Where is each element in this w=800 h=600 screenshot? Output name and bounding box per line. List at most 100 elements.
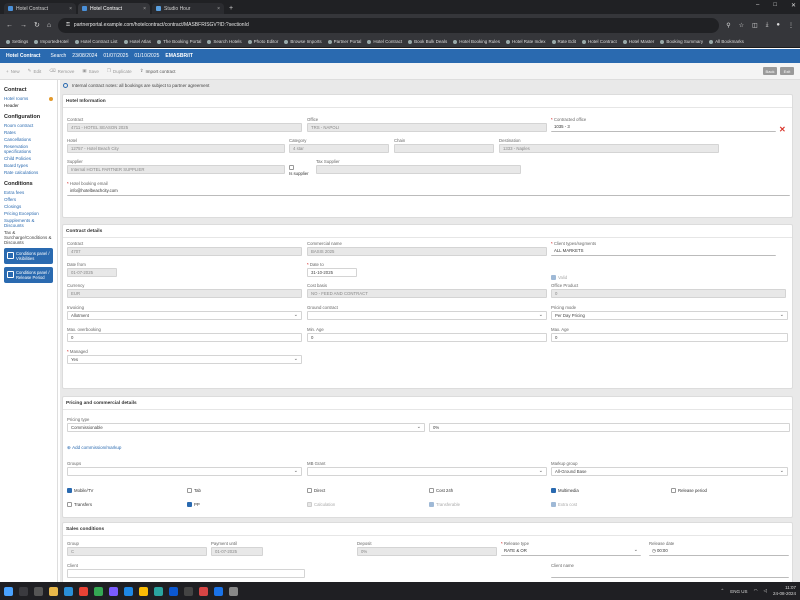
app-icon[interactable]	[229, 586, 238, 596]
bookmark[interactable]: Rate Edit	[551, 39, 576, 44]
release-type-select[interactable]: RATE & OR	[501, 547, 641, 556]
bookmark[interactable]: Hotel Booking Rules	[453, 39, 500, 44]
volume-icon[interactable]: ◁	[764, 588, 767, 594]
breadcrumb-item[interactable]: EMASBR/IT	[165, 53, 193, 59]
check-transfers[interactable]: Transfers	[67, 502, 92, 508]
check-release-period[interactable]: Release period	[671, 488, 707, 494]
clock[interactable]: 11:07 24-08-2024	[773, 585, 796, 597]
app-icon[interactable]	[214, 586, 223, 596]
bookmark[interactable]: Hotel Atlas	[123, 39, 151, 44]
breadcrumb-item[interactable]: 01/07/2025	[103, 53, 128, 59]
min-age-input[interactable]: 0	[307, 333, 547, 342]
bookmark[interactable]: Booking Summary	[660, 39, 703, 44]
back-icon[interactable]: ←	[6, 22, 13, 29]
remove-office-icon[interactable]: ✕	[779, 125, 786, 134]
close-icon[interactable]: ×	[143, 6, 146, 12]
bookmark[interactable]: Search Hotels	[207, 39, 242, 44]
remove-button[interactable]: ⌫ Remove	[49, 68, 74, 74]
exit-button[interactable]: Exit	[780, 67, 794, 75]
sidebar-item[interactable]: Extra fees	[4, 190, 53, 195]
sidebar-item[interactable]: Pricing Exception	[4, 211, 53, 216]
breadcrumb-item[interactable]: 01/10/2025	[134, 53, 159, 59]
is-supplier-checkbox[interactable]: Is supplier	[289, 165, 313, 177]
sidebar-item[interactable]: Hotel rooms	[4, 96, 53, 101]
check-mobile[interactable]: Mobile/TV	[67, 488, 93, 494]
sidebar-item[interactable]: Reservation specifications	[4, 144, 53, 154]
app-icon[interactable]	[154, 586, 163, 596]
pricing-mode-select[interactable]: Per Day Pricing	[551, 311, 788, 320]
sidebar-item[interactable]: Board types	[4, 163, 53, 168]
conditions-release-button[interactable]: Conditions panel / Release Period	[4, 267, 53, 283]
conditions-visibilities-button[interactable]: Conditions panel / Visibilities	[4, 248, 53, 264]
profile-icon[interactable]: ●	[776, 22, 780, 29]
markup-group-select[interactable]: All-Ground Base	[551, 467, 788, 476]
client-name-input[interactable]	[551, 569, 789, 578]
sidebar-item[interactable]: Child Policies	[4, 156, 53, 161]
check-multimedia[interactable]: Multimedia	[551, 488, 579, 494]
date-to-input[interactable]: 31-10-2025	[307, 268, 357, 277]
max-age-input[interactable]: 0	[551, 333, 788, 342]
reload-icon[interactable]: ↻	[34, 21, 40, 29]
bookmark[interactable]: Hotel Contract List	[74, 39, 118, 44]
valid-checkbox[interactable]: Valid	[551, 275, 591, 281]
app-icon[interactable]	[184, 586, 193, 596]
pricing-type-select[interactable]: Commissionable	[67, 423, 425, 432]
breadcrumb-item[interactable]: 23/08/2024	[72, 53, 97, 59]
client-types-input[interactable]: ALL MARKETS	[551, 247, 776, 256]
app-icon[interactable]	[169, 586, 178, 596]
extensions-icon[interactable]: ◫	[752, 22, 758, 29]
invoicing-select[interactable]: Allotment	[67, 311, 302, 320]
close-icon[interactable]: ×	[69, 6, 72, 12]
download-icon[interactable]: ⤓	[766, 22, 769, 29]
check-tab[interactable]: Tab	[187, 488, 201, 494]
managed-select[interactable]: Yes	[67, 355, 302, 364]
browser-tab-active[interactable]: Hotel Contract ×	[78, 3, 150, 14]
import-button[interactable]: ⇪ Import contract	[140, 68, 176, 74]
sidebar-item[interactable]: Rate calculations	[4, 170, 53, 175]
bookmark[interactable]: Hotel Contract	[367, 39, 402, 44]
new-button[interactable]: + New	[6, 69, 20, 74]
sidebar-item[interactable]: Closings	[4, 204, 53, 209]
tray-chevron-icon[interactable]: ⌃	[720, 588, 724, 594]
chrome-icon[interactable]	[79, 586, 88, 596]
windows-start-icon[interactable]	[4, 586, 13, 596]
bookmark[interactable]: Hotel Rate Index	[505, 39, 546, 44]
duplicate-button[interactable]: ❐ Duplicate	[107, 68, 132, 74]
wifi-icon[interactable]: ◠	[754, 588, 758, 594]
app-icon[interactable]	[139, 586, 148, 596]
max-overbooking-input[interactable]: 0	[67, 333, 302, 342]
browser-tab[interactable]: Hotel Contract ×	[4, 3, 76, 14]
check-pp[interactable]: PP	[187, 502, 200, 508]
client-input[interactable]	[67, 569, 305, 578]
file-explorer-icon[interactable]	[49, 586, 58, 596]
bookmark[interactable]: Hotel Contract	[582, 39, 617, 44]
task-view-icon[interactable]	[34, 586, 43, 596]
forward-icon[interactable]: →	[20, 22, 27, 29]
pricing-extra-input[interactable]: 0%	[429, 423, 790, 432]
url-input[interactable]: ⚿ partnerportal.example.com/hotelcontract…	[58, 17, 720, 33]
edit-button[interactable]: ✎ Edit	[28, 68, 42, 74]
booking-email-input[interactable]: info@hotelbeachcity.com	[67, 187, 790, 196]
app-icon[interactable]	[199, 586, 208, 596]
bookmark[interactable]: ImportedHotel	[34, 39, 69, 44]
add-commission-link[interactable]: ⊕ Add commission/markup	[67, 445, 121, 451]
bookmark[interactable]: Settings	[6, 39, 28, 44]
bookmark[interactable]: Partner Portal	[327, 39, 361, 44]
bookmark[interactable]: Book Bulk Deals	[408, 39, 447, 44]
save-button[interactable]: ▣ Save	[82, 68, 99, 74]
app-icon[interactable]	[94, 586, 103, 596]
bookmark[interactable]: Photo Editor	[247, 39, 278, 44]
browser-tab[interactable]: Studio Hour ×	[152, 3, 224, 14]
bookmark[interactable]: All Bookmarks	[709, 39, 744, 44]
language-indicator[interactable]: ENG US	[730, 589, 747, 594]
sidebar-item[interactable]: Supplements & Discounts	[4, 218, 53, 228]
bookmark[interactable]: Browse Imports	[284, 39, 322, 44]
contracted-office-input[interactable]: 1035 - 3	[551, 123, 776, 132]
back-button[interactable]: Back	[763, 67, 777, 75]
menu-icon[interactable]: ⋮	[788, 22, 794, 29]
mb-grant-select[interactable]	[307, 467, 547, 476]
sidebar-item[interactable]: Header	[4, 103, 53, 108]
minimize-icon[interactable]: –	[756, 2, 759, 9]
bookmark[interactable]: The Booking Portal	[157, 39, 201, 44]
close-icon[interactable]: ×	[217, 6, 220, 12]
